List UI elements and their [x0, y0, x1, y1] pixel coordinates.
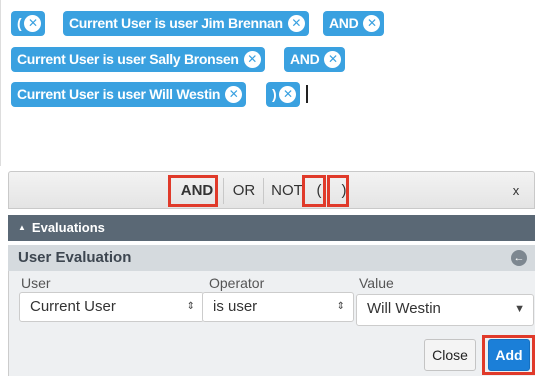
token-close-paren[interactable]: ) ✕ — [266, 82, 301, 107]
token-label: Current User is user Sally Bronsen — [17, 51, 239, 67]
operator-select-value: is user — [213, 298, 258, 315]
close-button[interactable]: Close — [424, 339, 476, 371]
user-evaluation-header: User Evaluation ← — [8, 245, 535, 271]
token-label: ( — [17, 15, 22, 31]
highlight-close-paren — [327, 175, 349, 207]
highlight-add — [482, 335, 535, 375]
value-select-value: Will Westin — [367, 300, 441, 317]
remove-token-icon[interactable]: ✕ — [24, 15, 42, 32]
remove-token-icon[interactable]: ✕ — [287, 15, 305, 32]
updown-arrows-icon: ⇕ — [186, 301, 195, 312]
section-title: User Evaluation — [18, 249, 132, 266]
token-label: AND — [329, 15, 359, 31]
remove-token-icon[interactable]: ✕ — [363, 15, 381, 32]
token-condition-sally[interactable]: Current User is user Sally Bronsen ✕ — [11, 47, 265, 72]
token-open-paren[interactable]: ( ✕ — [11, 11, 46, 36]
not-operator-button[interactable]: NOT — [267, 172, 307, 210]
text-caret — [306, 85, 308, 103]
or-operator-button[interactable]: OR — [227, 172, 261, 210]
chevron-down-icon: ▼ — [514, 303, 525, 315]
value-field-label: Value — [359, 275, 394, 291]
collapse-triangle-icon: ▲ — [18, 223, 26, 232]
operator-select[interactable]: is user ⇕ — [202, 292, 354, 322]
remove-token-icon[interactable]: ✕ — [324, 51, 342, 68]
token-label: Current User is user Will Westin — [17, 86, 221, 102]
remove-token-icon[interactable]: ✕ — [243, 51, 261, 68]
user-evaluation-form: User Operator Value Current User ⇕ is us… — [8, 271, 535, 376]
divider — [263, 178, 264, 204]
evaluations-header[interactable]: ▲ Evaluations — [8, 215, 535, 241]
user-select[interactable]: Current User ⇕ — [19, 292, 204, 322]
remove-token-icon[interactable]: ✕ — [225, 86, 243, 103]
highlight-and — [168, 175, 218, 207]
highlight-open-paren — [302, 175, 326, 207]
operator-toolbar: AND OR NOT ( ) x — [8, 171, 535, 209]
updown-arrows-icon: ⇕ — [336, 301, 345, 312]
token-condition-will[interactable]: Current User is user Will Westin ✕ — [11, 82, 247, 107]
formula-editor[interactable]: ( ✕ Current User is user Jim Brennan ✕ A… — [0, 0, 535, 166]
token-label: ) — [272, 86, 277, 102]
back-arrow-icon[interactable]: ← — [511, 250, 527, 266]
divider — [223, 178, 224, 204]
operator-field-label: Operator — [209, 275, 265, 291]
close-toolbar-button[interactable]: x — [506, 182, 526, 200]
evaluations-title: Evaluations — [31, 220, 105, 235]
token-and-1[interactable]: AND ✕ — [323, 11, 385, 36]
user-select-value: Current User — [30, 298, 116, 315]
remove-token-icon[interactable]: ✕ — [279, 86, 297, 103]
token-label: Current User is user Jim Brennan — [69, 15, 283, 31]
token-condition-jim[interactable]: Current User is user Jim Brennan ✕ — [63, 11, 309, 36]
user-field-label: User — [21, 275, 51, 291]
token-and-2[interactable]: AND ✕ — [284, 47, 346, 72]
token-label: AND — [290, 51, 320, 67]
value-select[interactable]: Will Westin ▼ — [356, 294, 534, 326]
